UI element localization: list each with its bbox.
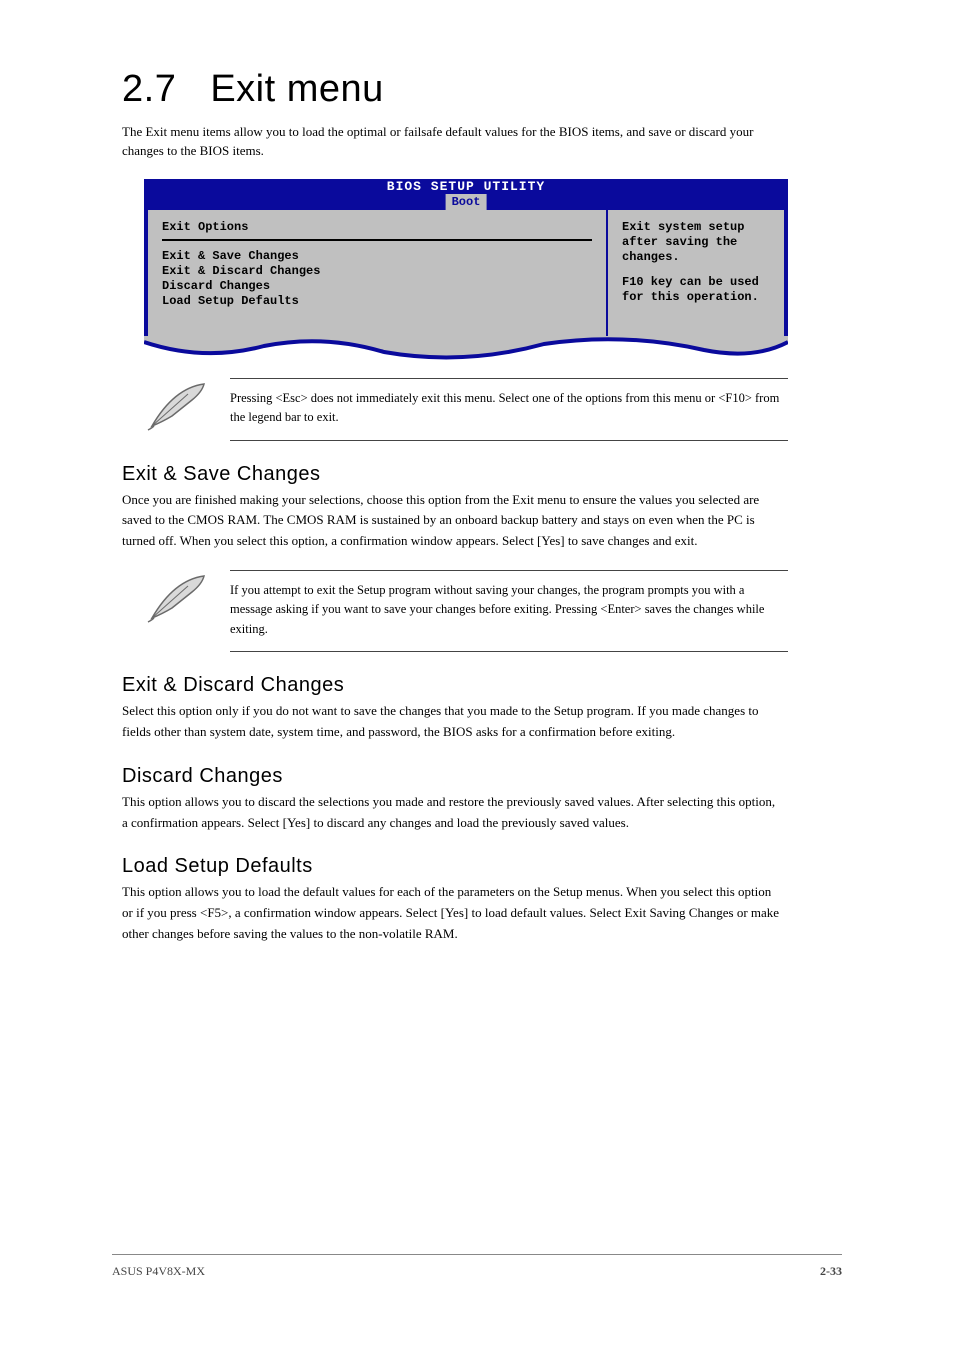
bios-active-tab: Boot: [446, 194, 487, 210]
footer-page-number: 2-33: [820, 1264, 842, 1279]
section-title: Exit & Discard Changes: [122, 674, 954, 697]
section: Exit & Discard Changes Select this optio…: [0, 674, 954, 743]
bios-screenshot: BIOS SETUP UTILITY Boot Exit Options Exi…: [144, 179, 788, 364]
section: Discard Changes This option allows you t…: [0, 765, 954, 834]
section: Load Setup Defaults This option allows y…: [0, 855, 954, 944]
heading-number: 2.7: [122, 68, 176, 110]
intro-paragraph: The Exit menu items allow you to load th…: [122, 122, 782, 161]
quill-icon: [144, 378, 214, 439]
page-heading: 2.7 Exit menu: [122, 70, 954, 110]
bios-tab-bar: Boot: [144, 194, 788, 210]
section-body: Once you are finished making your select…: [122, 490, 782, 552]
quill-icon: [144, 570, 214, 631]
bios-menu-item[interactable]: Exit & Save Changes: [162, 249, 592, 264]
bios-help-text: F10 key can be used for this operation.: [622, 275, 770, 305]
section-title: Exit & Save Changes: [122, 463, 954, 486]
bios-section-title: Exit Options: [162, 220, 592, 241]
bios-menu-item[interactable]: Discard Changes: [162, 279, 592, 294]
heading-title: Exit menu: [210, 68, 383, 110]
section-body: This option allows you to load the defau…: [122, 882, 782, 944]
section-body: This option allows you to discard the se…: [122, 792, 782, 834]
footer-rule: [112, 1254, 842, 1255]
bios-menu-item[interactable]: Exit & Discard Changes: [162, 264, 592, 279]
section-body: Select this option only if you do not wa…: [122, 701, 782, 743]
bios-torn-edge: [144, 336, 788, 364]
footer-left-text: ASUS P4V8X-MX: [112, 1264, 205, 1279]
bios-help-pane: Exit system setup after saving the chang…: [608, 210, 784, 338]
bios-utility-title: BIOS SETUP UTILITY: [144, 179, 788, 194]
bios-left-pane: Exit Options Exit & Save Changes Exit & …: [148, 210, 608, 338]
section: Exit & Save Changes Once you are finishe…: [0, 463, 954, 552]
note-text: Pressing <Esc> does not immediately exit…: [230, 378, 788, 441]
section-title: Load Setup Defaults: [122, 855, 954, 878]
note-text: If you attempt to exit the Setup program…: [230, 570, 788, 652]
bios-menu-item[interactable]: Load Setup Defaults: [162, 294, 592, 309]
bios-help-text: Exit system setup after saving the chang…: [622, 220, 770, 265]
section-title: Discard Changes: [122, 765, 954, 788]
